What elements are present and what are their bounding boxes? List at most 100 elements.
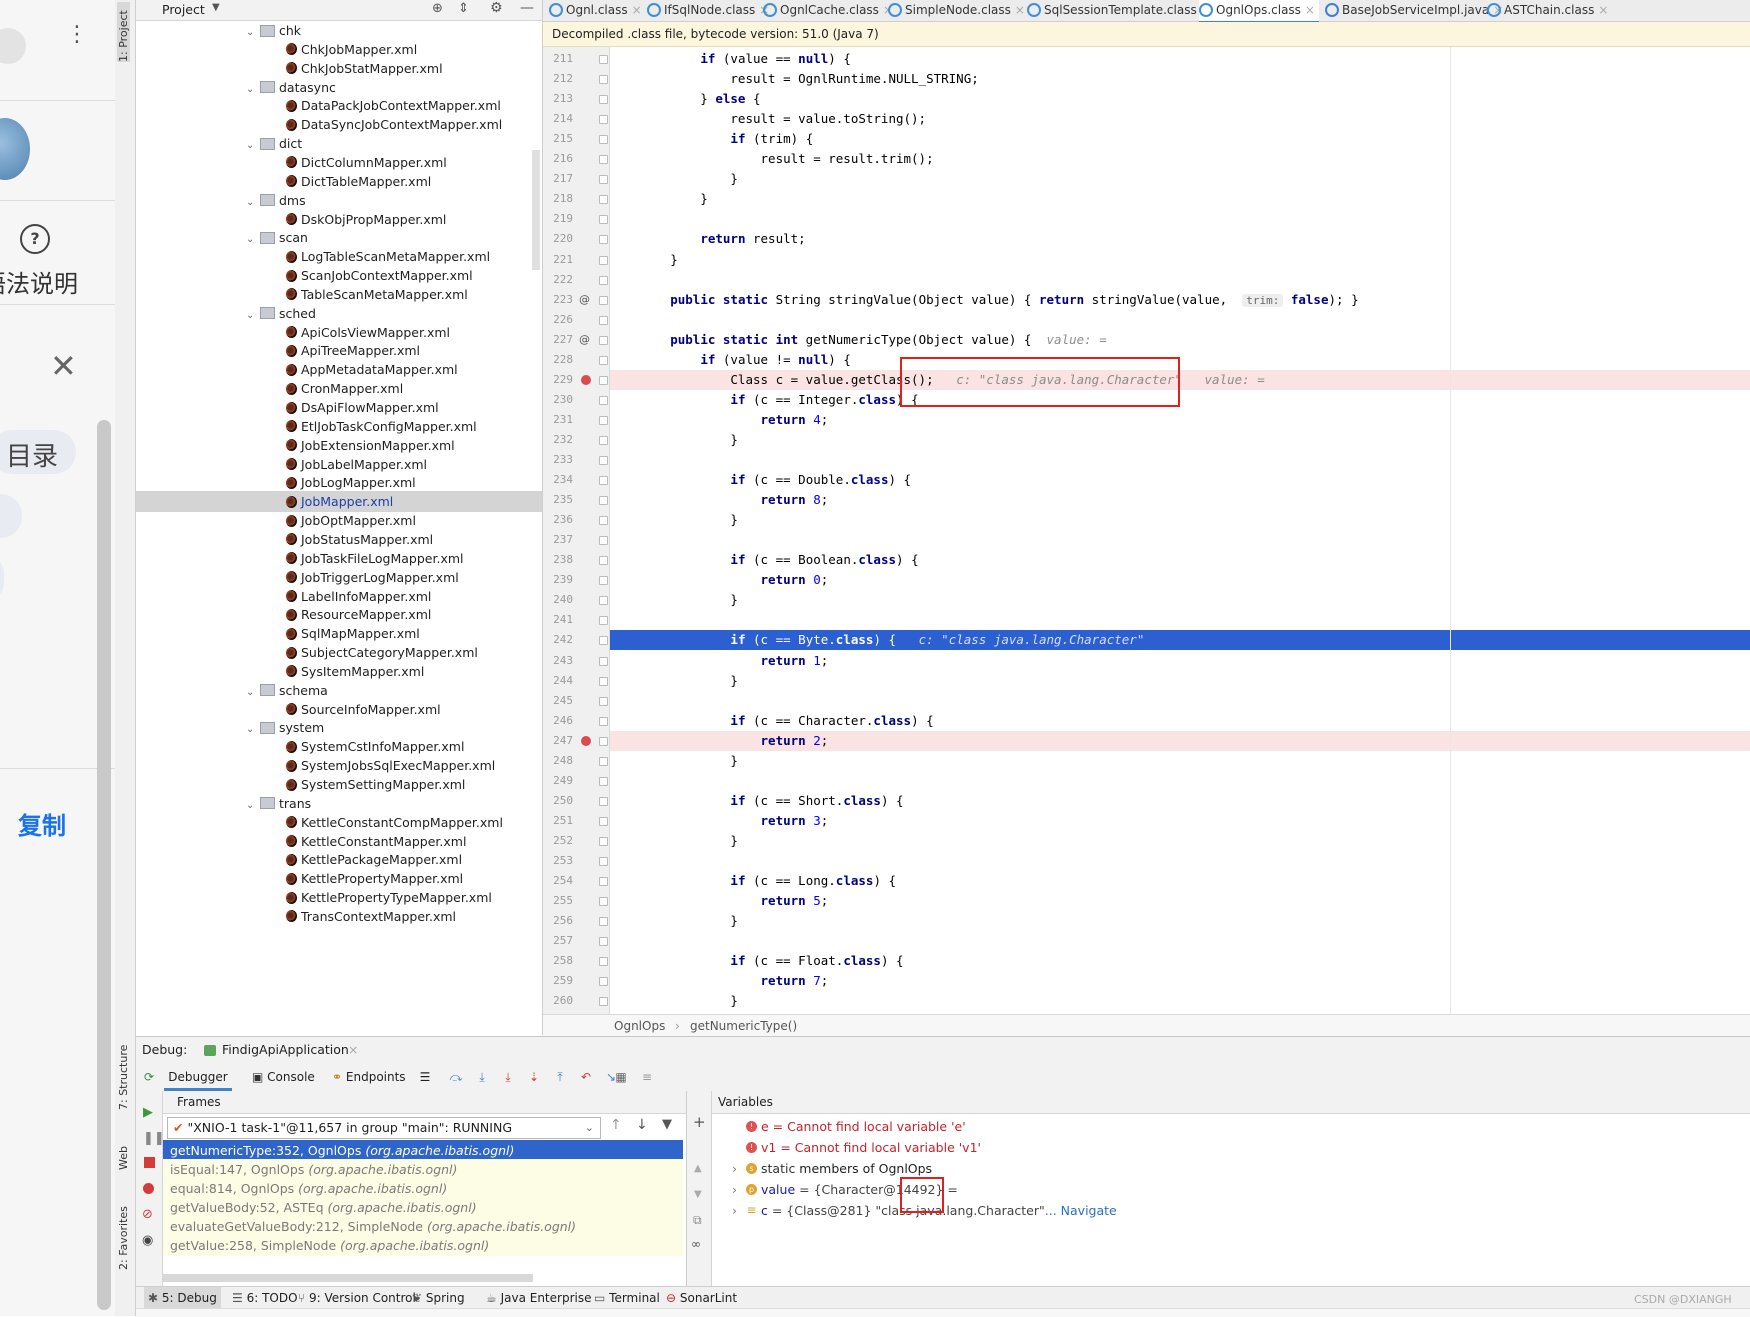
code-line[interactable]: } <box>610 250 1750 270</box>
tree-file[interactable]: ChkJobStatMapper.xml <box>136 58 542 79</box>
tree-file[interactable]: SourceInfoMapper.xml <box>136 699 542 720</box>
editor-tab[interactable]: IfSqlNode.class × <box>647 0 773 21</box>
code-editor[interactable]: if (value == null) { result = OgnlRuntim… <box>610 47 1750 1014</box>
code-line[interactable] <box>610 270 1750 290</box>
copy-button[interactable]: 复制 <box>18 806 66 841</box>
fold-marker-icon[interactable] <box>599 977 608 987</box>
fold-marker-icon[interactable] <box>599 476 608 486</box>
editor-tab[interactable]: SqlSessionTemplate.class× <box>1027 0 1215 21</box>
force-step-into-icon[interactable]: ⇣ <box>527 1071 541 1083</box>
tree-file[interactable]: SqlMapMapper.xml <box>136 623 542 644</box>
fold-marker-icon[interactable] <box>599 55 608 64</box>
pause-icon[interactable]: ❚❚ <box>143 1131 165 1146</box>
tree-file[interactable]: DictColumnMapper.xml <box>136 152 542 173</box>
step-into-icon[interactable]: ⤓ <box>501 1071 515 1083</box>
tree-folder[interactable]: ⌄ dict <box>246 133 302 154</box>
dropdown-icon[interactable]: ▼ <box>212 2 220 13</box>
editor-tab[interactable]: OgnlCache.class × <box>763 0 897 21</box>
stack-frame-row[interactable]: getNumericType:352, OgnlOps (org.apache.… <box>163 1140 683 1161</box>
mute-breakpoints-icon[interactable]: ⊘ <box>142 1207 153 1222</box>
project-scrollbar[interactable] <box>532 150 540 270</box>
tree-file[interactable]: ChkJobMapper.xml <box>136 39 542 60</box>
editor-tab[interactable]: OgnlOps.class × <box>1199 0 1319 23</box>
code-line[interactable]: if (trim) { <box>610 129 1750 149</box>
scroll-up-icon[interactable]: ▲ <box>694 1163 702 1174</box>
tree-file[interactable]: JobTaskFileLogMapper.xml <box>136 548 542 569</box>
close-icon[interactable]: × <box>632 3 642 17</box>
tree-file[interactable]: DataSyncJobContextMapper.xml <box>136 114 542 135</box>
tree-file[interactable]: TransContextMapper.xml <box>136 906 542 927</box>
tree-file[interactable]: SysItemMapper.xml <box>136 661 542 682</box>
stop-icon[interactable] <box>144 1157 155 1168</box>
tree-file[interactable]: AppMetadataMapper.xml <box>136 359 542 380</box>
collapse-icon[interactable]: ⇕ <box>458 1 469 16</box>
code-line[interactable]: if (c == Integer.class) { <box>610 390 1750 410</box>
favorites-tool-tab[interactable]: 2: Favorites <box>117 1190 130 1270</box>
tree-folder[interactable]: ⌄ dms <box>246 190 306 211</box>
minimize-icon[interactable]: — <box>520 0 534 16</box>
code-line[interactable] <box>610 691 1750 711</box>
tree-file[interactable]: DictTableMapper.xml <box>136 171 542 192</box>
step-out-icon[interactable]: ⤒ <box>553 1071 567 1083</box>
web-tool-tab[interactable]: Web <box>117 1130 130 1170</box>
close-icon[interactable]: ✕ <box>50 350 77 382</box>
tab-debugger[interactable]: Debugger <box>164 1063 232 1091</box>
help-label[interactable]: 语法说明 <box>0 264 78 299</box>
scroll-down-icon[interactable]: ▼ <box>694 1189 702 1200</box>
editor-tab[interactable]: BaseJobServiceImpl.java × <box>1325 0 1507 21</box>
fold-marker-icon[interactable] <box>599 616 608 626</box>
tree-file[interactable]: DataPackJobContextMapper.xml <box>136 95 542 116</box>
code-line[interactable] <box>610 310 1750 330</box>
fold-marker-icon[interactable] <box>599 997 608 1007</box>
help-icon[interactable]: ? <box>20 224 50 254</box>
fold-marker-icon[interactable] <box>599 576 608 586</box>
chevron-right-icon[interactable]: › <box>732 1179 746 1200</box>
stack-frame-row[interactable]: isEqual:147, OgnlOps (org.apache.ibatis.… <box>163 1158 683 1180</box>
code-line[interactable]: if (c == Byte.class) { c: "class java.la… <box>610 630 1750 651</box>
code-line[interactable]: return 3; <box>610 811 1750 831</box>
tree-file[interactable]: ResourceMapper.xml <box>136 604 542 625</box>
code-line[interactable]: return 4; <box>610 410 1750 430</box>
fold-marker-icon[interactable] <box>599 235 608 245</box>
fold-marker-icon[interactable] <box>599 836 608 846</box>
drop-frame-icon[interactable]: ↶ <box>579 1071 593 1083</box>
tree-file[interactable]: CronMapper.xml <box>136 378 542 399</box>
tree-folder[interactable]: ⌄ schema <box>246 680 328 701</box>
status-bar-tab[interactable]: ⊖ SonarLint <box>666 1287 737 1309</box>
camera-icon[interactable]: ◉ <box>142 1233 153 1248</box>
fold-marker-icon[interactable] <box>599 215 608 225</box>
run-config-tab[interactable]: FindigApiApplication <box>222 1037 349 1063</box>
code-line[interactable]: if (c == Short.class) { <box>610 791 1750 811</box>
tree-file[interactable]: JobMapper.xml <box>136 491 542 513</box>
close-icon[interactable]: × <box>1598 3 1608 17</box>
breadcrumb-method[interactable]: getNumericType() <box>690 1015 797 1037</box>
gear-icon[interactable]: ⚙ <box>490 0 503 16</box>
add-watch-icon[interactable]: + <box>693 1113 706 1131</box>
fold-marker-icon[interactable] <box>599 676 608 686</box>
code-line[interactable]: return 1; <box>610 651 1750 671</box>
override-marker-icon[interactable]: @ <box>579 333 590 346</box>
chevron-right-icon[interactable]: › <box>732 1200 746 1221</box>
tree-file[interactable]: SystemSettingMapper.xml <box>136 774 542 795</box>
code-line[interactable] <box>610 610 1750 630</box>
fold-marker-icon[interactable] <box>599 516 608 526</box>
code-line[interactable] <box>610 931 1750 951</box>
fold-marker-icon[interactable] <box>599 496 608 506</box>
code-line[interactable]: return 7; <box>610 971 1750 991</box>
tree-file[interactable]: TableScanMetaMapper.xml <box>136 284 542 305</box>
stack-frame-row[interactable]: evaluateGetValueBody:212, SimpleNode (or… <box>163 1215 683 1237</box>
close-icon[interactable]: × <box>348 1037 358 1063</box>
code-line[interactable]: } <box>610 991 1750 1011</box>
code-line[interactable]: return 2; <box>610 730 1750 751</box>
frame-down-icon[interactable]: ↓ <box>636 1117 648 1133</box>
fold-marker-icon[interactable] <box>599 195 608 205</box>
fold-marker-icon[interactable] <box>599 736 608 746</box>
fold-marker-icon[interactable] <box>599 395 608 405</box>
variable-row[interactable]: ! v1 = Cannot find local variable 'v1' <box>732 1137 981 1158</box>
tree-folder[interactable]: ⌄ sched <box>246 303 316 324</box>
fold-marker-icon[interactable] <box>599 435 608 445</box>
status-bar-tab[interactable]: ⑂ 9: Version Control <box>298 1287 416 1309</box>
tree-file[interactable]: ApiColsViewMapper.xml <box>136 322 542 343</box>
structure-tool-tab[interactable]: 7: Structure <box>117 1030 130 1110</box>
filter-icon[interactable]: ▼ <box>662 1117 672 1132</box>
